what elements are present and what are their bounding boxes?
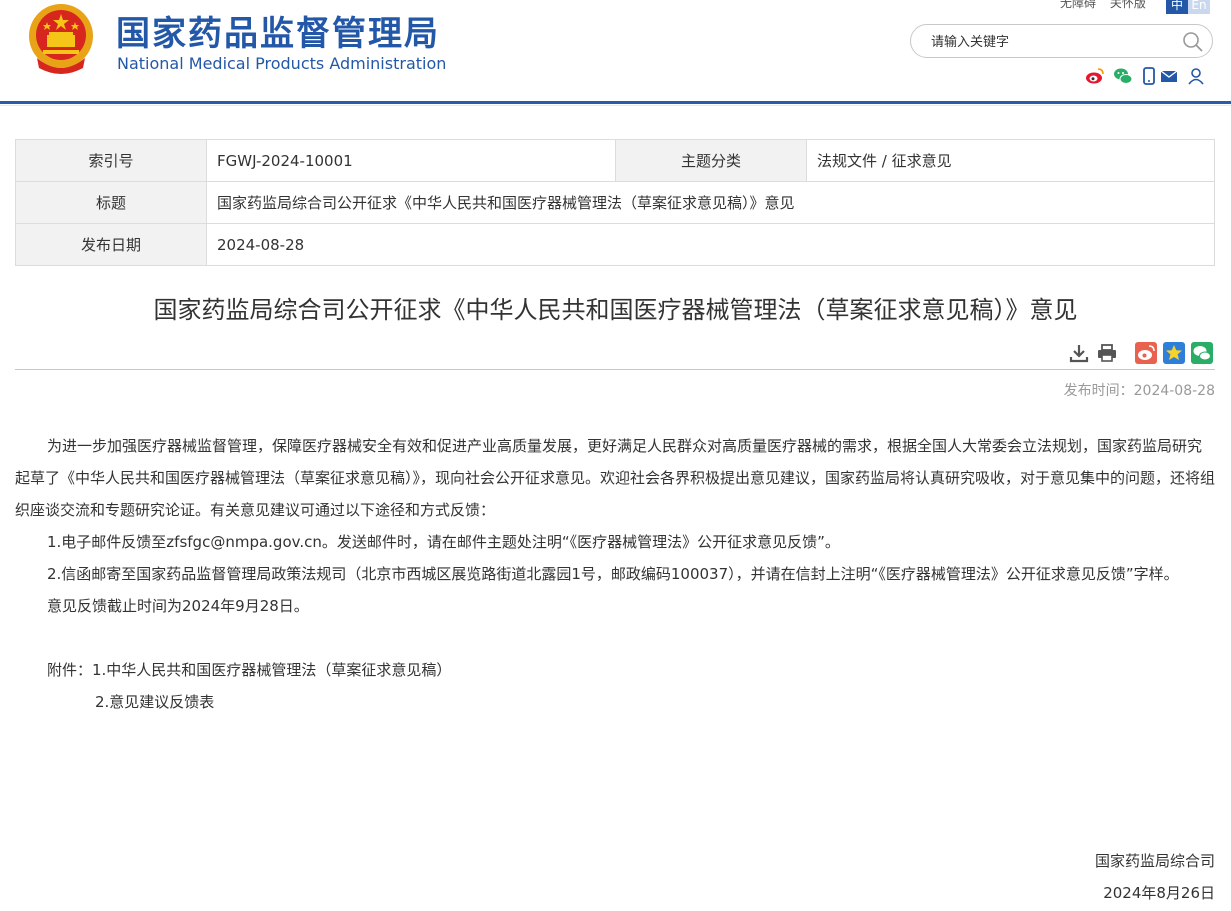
search-box [910, 24, 1213, 58]
article-body: 为进一步加强医疗器械监督管理，保障医疗器械安全有效和促进产业高质量发展，更好满足… [15, 430, 1215, 718]
top-links: 无障碍 关怀版 [1060, 0, 1156, 11]
national-emblem-icon[interactable] [27, 2, 95, 74]
favorite-star-icon[interactable] [1163, 342, 1185, 364]
index-label: 索引号 [15, 139, 207, 182]
publish-time: 发布时间：2024-08-28 [1063, 383, 1215, 399]
signature-date: 2024年8月26日 [1103, 884, 1215, 902]
title-label: 标题 [15, 181, 207, 224]
wechat-icon[interactable] [1113, 66, 1133, 86]
attachment-link-2[interactable]: 2.意见建议反馈表 [15, 686, 1215, 718]
article-title: 国家药监局综合司公开征求《中华人民共和国医疗器械管理法（草案征求意见稿）》意见 [153, 296, 1078, 324]
header-divider-light [0, 105, 1231, 106]
date-label: 发布日期 [15, 223, 207, 266]
paragraph: 为进一步加强医疗器械监督管理，保障医疗器械安全有效和促进产业高质量发展，更好满足… [15, 437, 1216, 519]
table-row: 发布日期 2024-08-28 [15, 223, 1215, 266]
accessibility-link[interactable]: 无障碍 [1060, 0, 1096, 10]
table-row: 索引号 FGWJ-2024-10001 主题分类 法规文件 / 征求意见 [15, 139, 1215, 182]
mail-icon[interactable] [1159, 66, 1179, 86]
category-value: 法规文件 / 征求意见 [806, 139, 1215, 182]
download-icon[interactable] [1068, 342, 1090, 364]
lang-zh-button[interactable]: 中 [1166, 0, 1188, 14]
mobile-icon[interactable] [1139, 66, 1159, 86]
signature-org: 国家药监局综合司 [1094, 852, 1215, 870]
table-row: 标题 国家药监局综合司公开征求《中华人民共和国医疗器械管理法（草案征求意见稿）》… [15, 181, 1215, 224]
site-name-cn[interactable]: 国家药品监督管理局 [116, 6, 440, 55]
paragraph: 2.信函邮寄至国家药品监督管理局政策法规司（北京市西城区展览路街道北露园1号，邮… [47, 565, 1179, 583]
title-divider [15, 369, 1215, 370]
paragraph: 意见反馈截止时间为2024年9月28日。 [47, 597, 309, 615]
weibo-icon[interactable] [1085, 66, 1105, 86]
user-icon[interactable] [1186, 66, 1206, 86]
site-name-en[interactable]: National Medical Products Administration [117, 54, 446, 73]
category-label: 主题分类 [615, 139, 807, 182]
index-value: FGWJ-2024-10001 [206, 139, 616, 182]
document-info-table: 索引号 FGWJ-2024-10001 主题分类 法规文件 / 征求意见 标题 … [15, 139, 1215, 266]
attachment-link-1[interactable]: 附件：1.中华人民共和国医疗器械管理法（草案征求意见稿） [15, 654, 1215, 686]
paragraph: 1.电子邮件反馈至zfsfgc@nmpa.gov.cn。发送邮件时，请在邮件主题… [47, 533, 840, 551]
header-divider [0, 101, 1231, 104]
search-input[interactable] [929, 31, 1173, 53]
print-icon[interactable] [1096, 342, 1118, 364]
site-header: 国家药品监督管理局 National Medical Products Admi… [0, 0, 1231, 106]
care-mode-link[interactable]: 关怀版 [1110, 0, 1146, 10]
lang-en-button[interactable]: En [1188, 0, 1210, 14]
wechat-share-icon[interactable] [1191, 342, 1213, 364]
title-value: 国家药监局综合司公开征求《中华人民共和国医疗器械管理法（草案征求意见稿）》意见 [206, 181, 1215, 224]
weibo-share-icon[interactable] [1135, 342, 1157, 364]
search-icon[interactable] [1182, 31, 1204, 53]
date-value: 2024-08-28 [206, 223, 1215, 266]
